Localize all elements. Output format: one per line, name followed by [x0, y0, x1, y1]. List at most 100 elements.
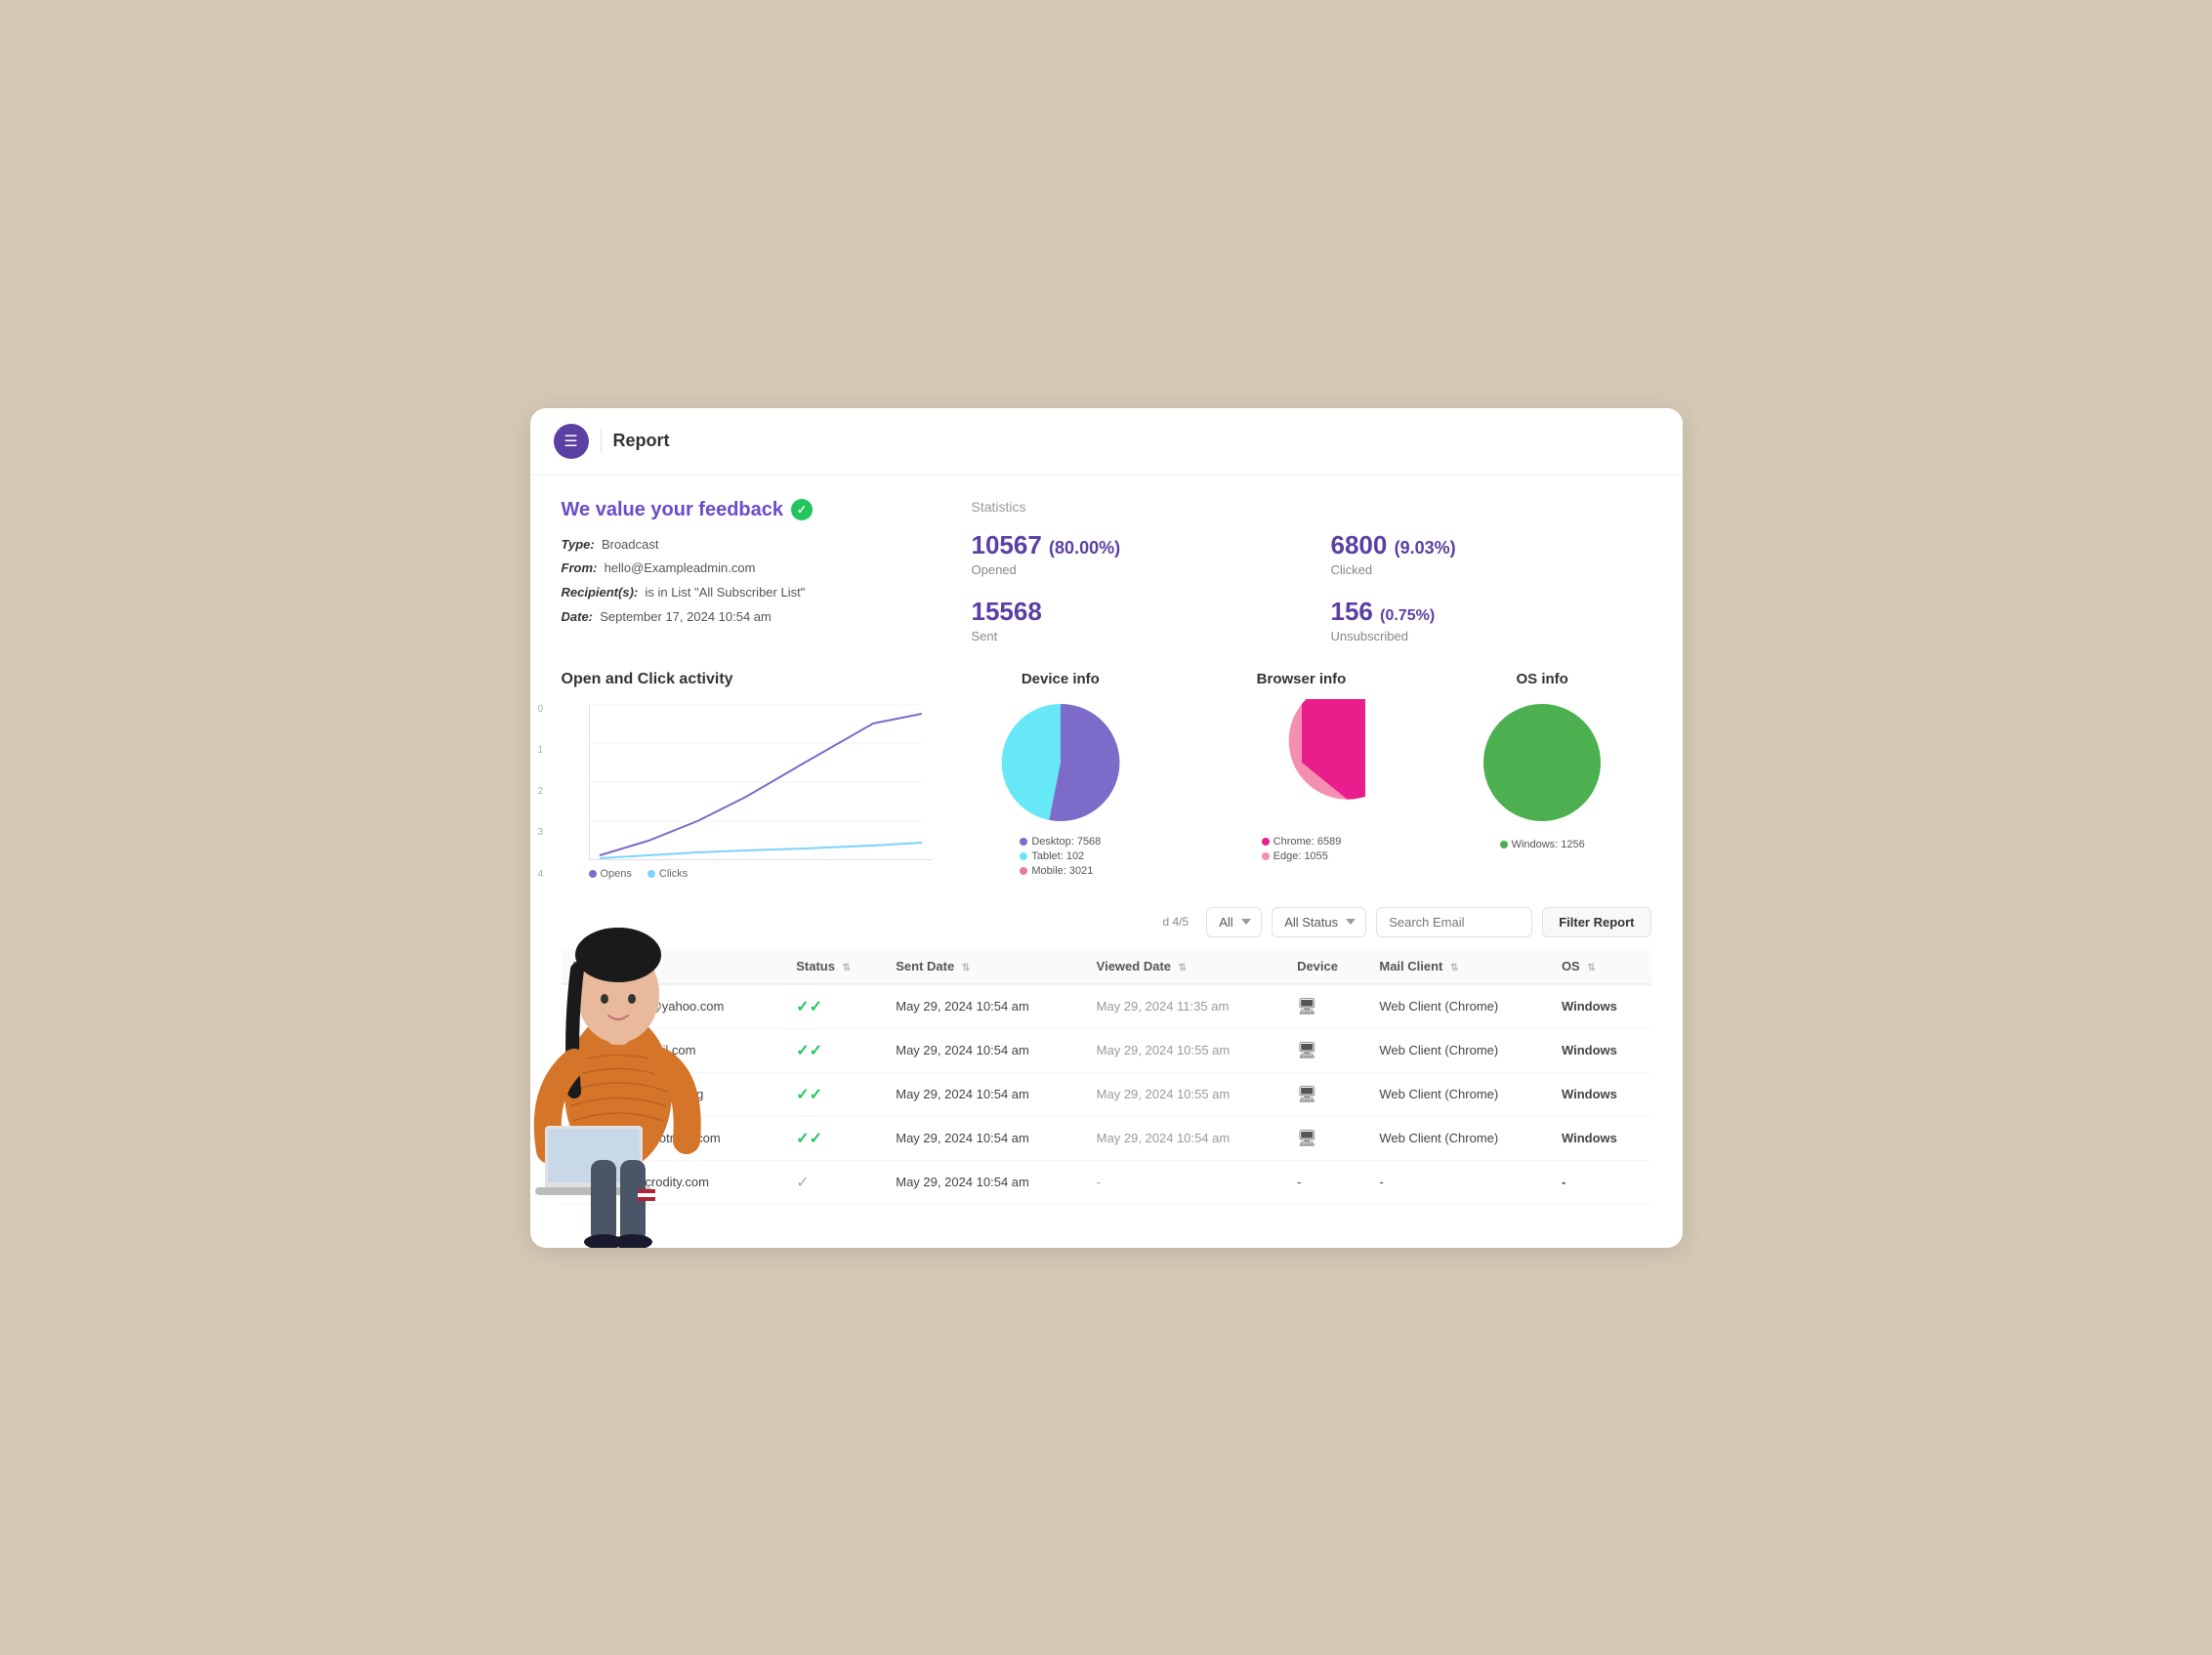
verified-icon: ✓	[791, 499, 813, 520]
cell-status: ✓✓	[784, 1028, 884, 1072]
mail-client-sort-icon[interactable]: ⇅	[1450, 963, 1458, 973]
stat-opened: 10567 (80.00%) Opened	[972, 530, 1292, 577]
filter-status-select[interactable]: All Status	[1272, 907, 1366, 937]
table-row: flossie_jacobi@yahoo.com ✓✓ May 29, 2024…	[562, 984, 1651, 1029]
line-chart-area: 4 3 2 1 0	[562, 704, 933, 880]
stat-unsub: 156 (0.75%) Unsubscribed	[1331, 597, 1651, 643]
col-status[interactable]: Status ⇅	[784, 949, 884, 984]
browser-legend: Chrome: 6589 Edge: 1055	[1262, 836, 1342, 865]
header-divider	[601, 430, 602, 453]
cell-sent-date: May 29, 2024 10:54 am	[884, 1072, 1084, 1116]
status-double-check: ✓✓	[796, 1043, 822, 1059]
device-desktop-icon: 🖥	[1297, 999, 1316, 1015]
os-pie-svg	[1479, 699, 1606, 826]
viewed-date-sort-icon[interactable]: ⇅	[1179, 963, 1187, 973]
cell-viewed-date: May 29, 2024 10:55 am	[1085, 1028, 1285, 1072]
y-axis-labels: 4 3 2 1 0	[538, 704, 544, 880]
email-sort-icon[interactable]: ⇅	[614, 963, 622, 973]
status-double-check: ✓✓	[796, 1131, 822, 1147]
table-body: flossie_jacobi@yahoo.com ✓✓ May 29, 2024…	[562, 984, 1651, 1205]
cell-os: Windows	[1550, 984, 1651, 1029]
legend-clicks: Clicks	[647, 868, 688, 880]
cell-status: ✓✓	[784, 984, 884, 1029]
status-double-check: ✓✓	[796, 999, 822, 1015]
os-sort-icon[interactable]: ⇅	[1587, 963, 1595, 973]
stats-grid: 10567 (80.00%) Opened 6800 (9.03%) Click…	[972, 530, 1651, 643]
col-os[interactable]: OS ⇅	[1550, 949, 1651, 984]
filter-all-select[interactable]: All	[1206, 907, 1262, 937]
col-device: Device	[1285, 949, 1367, 984]
app-container: ☰ Report We value your feedback ✓ Type: …	[530, 408, 1683, 1248]
cell-sent-date: May 29, 2024 10:54 am	[884, 1160, 1084, 1204]
table-row: johndeo09@mail.com ✓✓ May 29, 2024 10:54…	[562, 1028, 1651, 1072]
table-controls: d 4/5 All All Status Filter Report	[562, 907, 1651, 937]
logo-icon: ☰	[563, 432, 577, 451]
browser-pie-svg	[1238, 699, 1365, 826]
windows-dot	[1500, 841, 1508, 848]
line-chart-svg-container	[589, 704, 933, 860]
legend-opens: Opens	[589, 868, 632, 880]
browser-pie-container	[1192, 699, 1410, 826]
cell-os: Windows	[1550, 1028, 1651, 1072]
open-click-chart-panel: Open and Click activity 4 3 2 1 0	[562, 671, 933, 880]
col-email[interactable]: Email ⇅	[562, 949, 785, 984]
cell-device: -	[1285, 1160, 1367, 1204]
os-chart: OS info Windows: 1256	[1434, 671, 1651, 880]
filter-report-button[interactable]: Filter Report	[1542, 907, 1650, 937]
unsub-number: 156 (0.75%)	[1331, 597, 1651, 627]
cell-viewed-date: May 29, 2024 11:35 am	[1085, 984, 1285, 1029]
sent-label: Sent	[972, 629, 1292, 643]
cell-viewed-date: May 29, 2024 10:54 am	[1085, 1116, 1285, 1160]
cell-email: rosafi5740@crodity.com	[562, 1160, 785, 1204]
browser-chart: Browser info Chrome: 6589	[1192, 671, 1410, 880]
opened-label: Opened	[972, 562, 1292, 577]
sent-number: 15568	[972, 597, 1292, 627]
col-viewed-date[interactable]: Viewed Date ⇅	[1085, 949, 1285, 984]
device-pie-svg	[997, 699, 1124, 826]
app-logo: ☰	[554, 424, 589, 459]
os-chart-title: OS info	[1434, 671, 1651, 687]
cell-mail-client: -	[1367, 1160, 1550, 1204]
clicked-number: 6800 (9.03%)	[1331, 530, 1651, 560]
campaign-info-panel: We value your feedback ✓ Type: Broadcast…	[562, 499, 933, 643]
campaign-from: From: hello@Exampleadmin.com	[562, 557, 933, 581]
status-sort-icon[interactable]: ⇅	[843, 963, 851, 973]
search-email-input[interactable]	[1376, 907, 1532, 937]
stat-clicked: 6800 (9.03%) Clicked	[1331, 530, 1651, 577]
device-pie-container	[952, 699, 1170, 826]
cell-sent-date: May 29, 2024 10:54 am	[884, 1028, 1084, 1072]
cell-mail-client: Web Client (Chrome)	[1367, 1072, 1550, 1116]
status-double-check: ✓✓	[796, 1087, 822, 1103]
unsub-label: Unsubscribed	[1331, 629, 1651, 643]
cell-device: 🖥	[1285, 1072, 1367, 1116]
cell-status: ✓✓	[784, 1072, 884, 1116]
campaign-date: Date: September 17, 2024 10:54 am	[562, 605, 933, 630]
cell-email: johndeo09@mail.com	[562, 1028, 785, 1072]
chrome-dot	[1262, 838, 1270, 846]
cell-os: -	[1550, 1160, 1651, 1204]
col-mail-client[interactable]: Mail Client ⇅	[1367, 949, 1550, 984]
device-desktop-icon: 🖥	[1297, 1087, 1316, 1103]
tablet-dot	[1020, 852, 1027, 860]
table-row: rosafi5740@crodity.com ✓ May 29, 2024 10…	[562, 1160, 1651, 1204]
clicks-dot	[647, 870, 655, 878]
opens-dot	[589, 870, 597, 878]
open-click-chart-title: Open and Click activity	[562, 671, 933, 688]
sent-date-sort-icon[interactable]: ⇅	[962, 963, 970, 973]
statistics-panel: Statistics 10567 (80.00%) Opened 6800 (9…	[972, 499, 1651, 643]
campaign-meta: Type: Broadcast From: hello@Exampleadmin…	[562, 533, 933, 630]
os-pie-container	[1434, 699, 1651, 826]
cell-os: Windows	[1550, 1116, 1651, 1160]
cell-sent-date: May 29, 2024 10:54 am	[884, 984, 1084, 1029]
clicked-label: Clicked	[1331, 562, 1651, 577]
table-row: catharine59@hotmail.com ✓✓ May 29, 2024 …	[562, 1116, 1651, 1160]
browser-chart-title: Browser info	[1192, 671, 1410, 687]
col-sent-date[interactable]: Sent Date ⇅	[884, 949, 1084, 984]
cell-status: ✓	[784, 1160, 884, 1204]
cell-viewed-date: May 29, 2024 10:55 am	[1085, 1072, 1285, 1116]
stat-sent: 15568 Sent	[972, 597, 1292, 643]
cell-mail-client: Web Client (Chrome)	[1367, 1116, 1550, 1160]
cell-device: 🖥	[1285, 1116, 1367, 1160]
cell-email: catharine59@hotmail.com	[562, 1116, 785, 1160]
main-content: We value your feedback ✓ Type: Broadcast…	[530, 476, 1683, 1228]
